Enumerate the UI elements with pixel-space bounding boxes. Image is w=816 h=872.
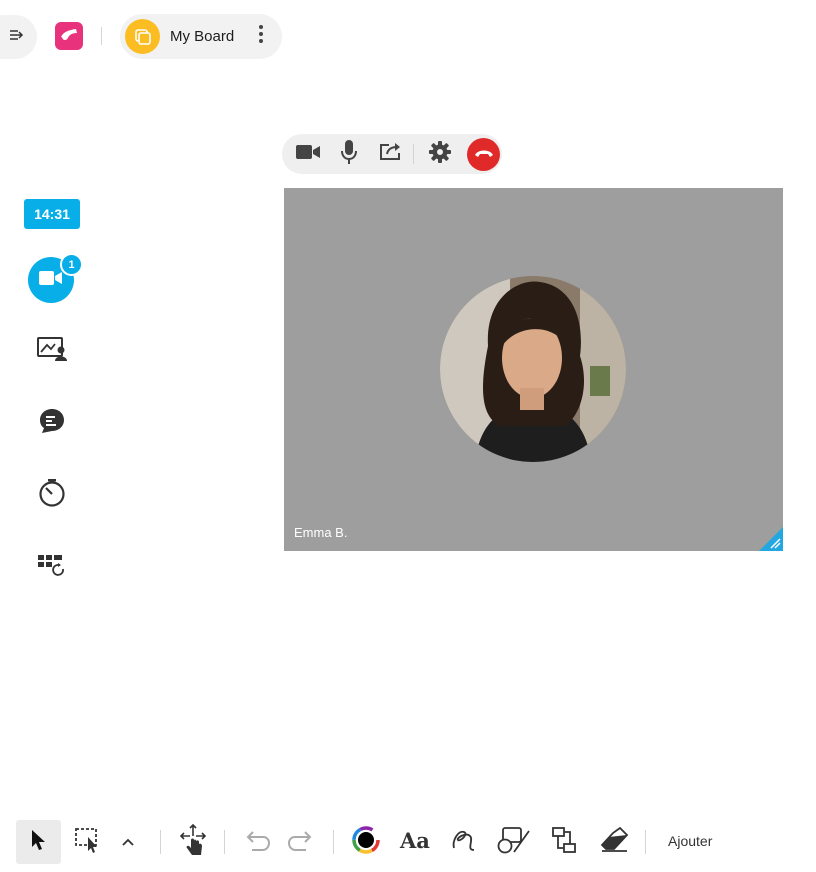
text-icon: Aa (399, 828, 431, 856)
select-arrow-icon (30, 829, 48, 856)
share-screen-button[interactable] (372, 136, 408, 172)
board-menu-button[interactable] (250, 22, 272, 52)
camera-icon (296, 144, 320, 165)
app-logo[interactable] (55, 22, 83, 50)
connector-tool[interactable] (546, 820, 582, 864)
chat-bubble-icon (38, 407, 66, 440)
participant-count-badge: 1 (60, 253, 83, 276)
pen-icon (450, 826, 478, 859)
pan-tool[interactable] (174, 820, 212, 864)
timer-button[interactable] (35, 478, 69, 512)
undo-button[interactable] (240, 820, 274, 864)
toolbar-divider (160, 830, 161, 854)
toolbar-divider (224, 830, 225, 854)
collapse-arrow-icon (9, 28, 25, 47)
participant-name: Emma B. (294, 525, 348, 540)
call-toolbar (282, 134, 502, 174)
participant-avatar (440, 276, 626, 462)
header-divider (101, 27, 102, 45)
more-tools-toggle[interactable] (116, 820, 140, 864)
board-title: My Board (170, 28, 235, 45)
redo-icon (287, 829, 315, 856)
text-tool[interactable]: Aa (396, 820, 434, 864)
redo-button[interactable] (284, 820, 318, 864)
chat-button[interactable] (35, 406, 69, 440)
toolbar-divider (645, 830, 646, 854)
presenter-screen-icon (37, 336, 67, 367)
templates-refresh-icon (37, 552, 67, 583)
settings-icon (429, 140, 451, 168)
select-tool[interactable] (16, 820, 61, 864)
video-camera-icon (39, 270, 63, 291)
hang-up-button[interactable] (467, 137, 500, 171)
presenter-button[interactable] (35, 334, 69, 368)
templates-button[interactable] (35, 550, 69, 584)
svg-text:Aa: Aa (399, 829, 430, 851)
connector-icon (550, 826, 578, 859)
microphone-icon (340, 139, 358, 170)
chevron-up-icon (122, 833, 134, 851)
toolbar-divider (333, 830, 334, 854)
collapse-sidebar-button[interactable] (0, 15, 37, 59)
pan-hand-icon (178, 823, 208, 861)
board-selector[interactable]: My Board (120, 14, 282, 59)
timer-icon (37, 478, 67, 513)
eraser-icon (599, 826, 629, 858)
share-screen-icon (378, 141, 402, 168)
board-folder-icon (125, 19, 160, 54)
camera-toggle-button[interactable] (290, 136, 326, 172)
call-toolbar-divider (413, 144, 414, 164)
more-vertical-icon (258, 24, 264, 49)
pen-tool[interactable] (446, 820, 482, 864)
hang-up-icon (474, 145, 494, 163)
add-button[interactable]: Ajouter (668, 833, 712, 849)
resize-handle[interactable] (759, 527, 783, 551)
clock-badge: 14:31 (24, 199, 80, 229)
video-tile[interactable]: Emma B. (284, 188, 783, 551)
area-select-icon (74, 827, 102, 858)
shapes-icon (497, 826, 531, 859)
shapes-tool[interactable] (496, 820, 532, 864)
color-picker-tool[interactable] (348, 820, 384, 864)
color-picker-icon (352, 825, 380, 859)
eraser-tool[interactable] (596, 820, 632, 864)
call-settings-button[interactable] (422, 136, 458, 172)
area-select-tool[interactable] (70, 820, 106, 864)
undo-icon (243, 829, 271, 856)
whistle-icon (59, 26, 79, 47)
microphone-toggle-button[interactable] (331, 136, 367, 172)
